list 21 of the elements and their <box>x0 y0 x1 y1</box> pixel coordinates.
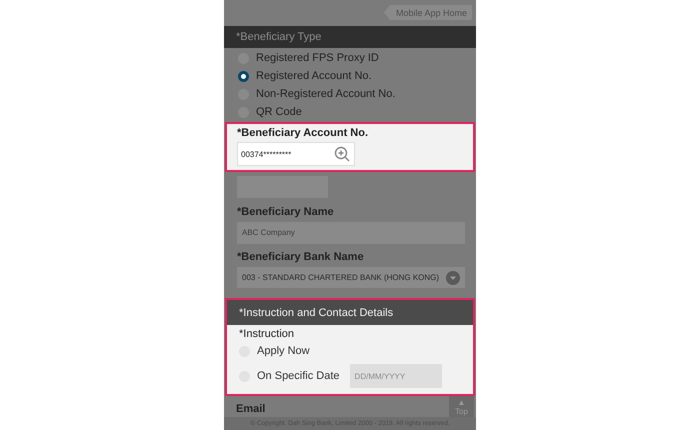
field-label: *Beneficiary Bank Name <box>236 250 365 265</box>
radio-label: Non-Registered Account No. <box>256 88 396 100</box>
field-label: *Beneficiary Account No. <box>236 126 370 142</box>
radio-label: Registered Account No. <box>256 70 372 82</box>
group-label: *Instruction <box>239 328 296 340</box>
bank-select[interactable]: 003 - STANDARD CHARTERED BANK (HONG KONG) <box>237 266 465 288</box>
input-field[interactable]: 00374********* <box>237 142 355 166</box>
input-field[interactable]: ABC Company <box>237 222 465 244</box>
section-header: *Beneficiary Type <box>224 26 476 48</box>
section-header: *Instruction and Contact Details <box>227 300 473 326</box>
field-label: *Beneficiary Name <box>236 205 335 220</box>
radio-label: Apply Now <box>257 345 310 358</box>
date-field[interactable]: DD/MM/YYYY <box>350 364 442 388</box>
home-button[interactable]: Mobile App Home <box>384 5 472 20</box>
radio-label: Registered FPS Proxy ID <box>256 52 379 64</box>
dropdown-icon <box>446 270 460 285</box>
zoom-in-icon[interactable] <box>334 146 350 162</box>
field-label: Email <box>236 403 266 418</box>
radio-button[interactable] <box>238 70 249 82</box>
radio-label: On Specific Date <box>257 370 340 382</box>
radio-label: QR Code <box>256 106 302 118</box>
